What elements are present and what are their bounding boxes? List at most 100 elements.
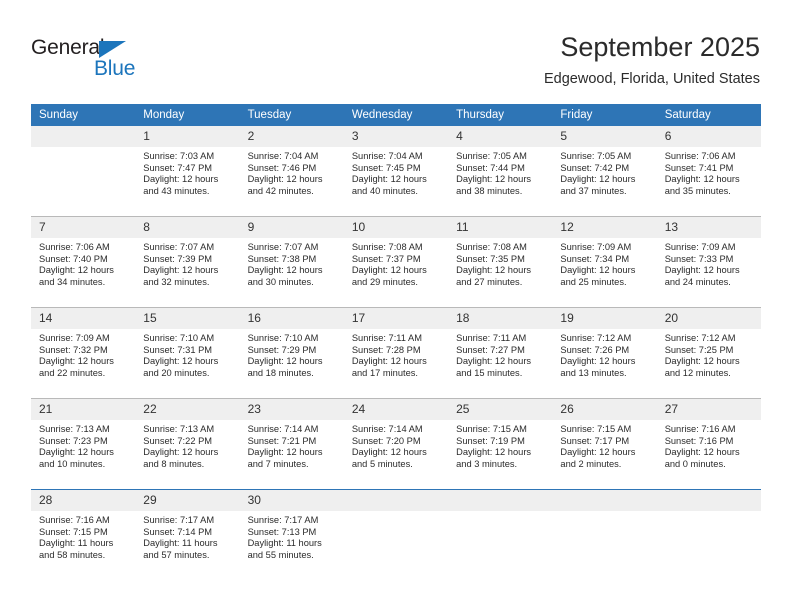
daylight-text-line1: Daylight: 12 hours <box>39 447 114 458</box>
daylight-text-line2: and 13 minutes. <box>560 367 627 378</box>
sunrise-text: Sunrise: 7:17 AM <box>247 515 319 525</box>
calendar-day-cell[interactable]: 6 Sunrise: 7:06 AM Sunset: 7:41 PM Daylight… <box>656 126 761 217</box>
calendar-day-cell[interactable]: 14 Sunrise: 7:09 AM Sunset: 7:32 PM Dayligh… <box>31 307 136 399</box>
calendar-day-cell[interactable]: 22 Sunrise: 7:13 AM Sunset: 7:22 PM Dayligh… <box>135 398 240 490</box>
daylight-text-line1: Daylight: 12 hours <box>560 447 636 458</box>
calendar-day-cell-empty <box>552 489 657 580</box>
sunrise-text: Sunrise: 7:15 AM <box>560 424 632 434</box>
day-number <box>448 490 553 511</box>
calendar-day-cell[interactable]: 20 Sunrise: 7:12 AM Sunset: 7:25 PM Dayligh… <box>656 307 761 399</box>
calendar-day-cell[interactable]: 10 Sunrise: 7:08 AM Sunset: 7:37 PM Dayligh… <box>343 216 449 308</box>
sunset-text: Sunset: 7:16 PM <box>664 435 734 446</box>
day-sun-details: Sunrise: 7:16 AM Sunset: 7:15 PM Daylight:… <box>31 511 135 561</box>
daylight-text-line2: and 17 minutes. <box>351 367 418 378</box>
daylight-text-line2: and 8 minutes. <box>143 458 205 469</box>
daylight-text-line1: Daylight: 12 hours <box>456 174 532 185</box>
daylight-text-line1: Daylight: 12 hours <box>247 265 323 276</box>
daylight-text-line1: Daylight: 12 hours <box>351 174 427 185</box>
calendar-day-cell[interactable]: 29 Sunrise: 7:17 AM Sunset: 7:14 PM Dayligh… <box>135 489 240 580</box>
calendar-day-cell[interactable]: 12 Sunrise: 7:09 AM Sunset: 7:34 PM Dayligh… <box>552 216 657 308</box>
daylight-text-line2: and 35 minutes. <box>664 185 731 196</box>
daylight-text-line2: and 43 minutes. <box>143 185 210 196</box>
calendar-day-cell[interactable]: 23 Sunrise: 7:14 AM Sunset: 7:21 PM Dayligh… <box>239 398 344 490</box>
day-sun-details: Sunrise: 7:11 AM Sunset: 7:27 PM Daylight:… <box>448 329 552 379</box>
daylight-text-line1: Daylight: 12 hours <box>143 174 219 185</box>
calendar-week-row: 21 Sunrise: 7:13 AM Sunset: 7:23 PM Dayligh… <box>31 398 761 490</box>
day-number: 3 <box>343 126 449 147</box>
daylight-text-line1: Daylight: 11 hours <box>39 538 114 549</box>
daylight-text-line2: and 10 minutes. <box>39 458 106 469</box>
sunrise-text: Sunrise: 7:07 AM <box>247 242 319 252</box>
weekday-header-saturday: Saturday <box>656 104 761 126</box>
calendar-day-cell[interactable]: 25 Sunrise: 7:15 AM Sunset: 7:19 PM Dayligh… <box>448 398 553 490</box>
calendar-body: 1 Sunrise: 7:03 AM Sunset: 7:47 PM Daylight… <box>31 126 761 580</box>
calendar-day-cell[interactable]: 30 Sunrise: 7:17 AM Sunset: 7:13 PM Dayligh… <box>239 489 344 580</box>
day-sun-details: Sunrise: 7:13 AM Sunset: 7:22 PM Daylight:… <box>135 420 239 470</box>
day-number: 27 <box>656 399 761 420</box>
day-number <box>343 490 449 511</box>
sunset-text: Sunset: 7:44 PM <box>456 162 525 173</box>
calendar-day-cell[interactable]: 2 Sunrise: 7:04 AM Sunset: 7:46 PM Daylight… <box>239 126 344 217</box>
calendar-day-cell[interactable]: 7 Sunrise: 7:06 AM Sunset: 7:40 PM Daylight… <box>31 216 136 308</box>
day-sun-details: Sunrise: 7:06 AM Sunset: 7:40 PM Daylight:… <box>31 238 135 288</box>
day-number: 28 <box>31 490 136 511</box>
calendar-day-cell[interactable]: 26 Sunrise: 7:15 AM Sunset: 7:17 PM Dayligh… <box>552 398 657 490</box>
logo-text-blue: Blue <box>94 57 136 80</box>
calendar-day-cell[interactable]: 13 Sunrise: 7:09 AM Sunset: 7:33 PM Dayligh… <box>656 216 761 308</box>
calendar-day-cell[interactable]: 24 Sunrise: 7:14 AM Sunset: 7:20 PM Dayligh… <box>343 398 449 490</box>
sunrise-text: Sunrise: 7:10 AM <box>247 333 319 343</box>
daylight-text-line2: and 42 minutes. <box>247 185 314 196</box>
sunset-text: Sunset: 7:45 PM <box>351 162 421 173</box>
calendar-day-cell[interactable]: 17 Sunrise: 7:11 AM Sunset: 7:28 PM Dayligh… <box>343 307 449 399</box>
sunset-text: Sunset: 7:47 PM <box>143 162 213 173</box>
daylight-text-line2: and 58 minutes. <box>39 549 106 560</box>
calendar-day-cell[interactable]: 11 Sunrise: 7:08 AM Sunset: 7:35 PM Dayligh… <box>448 216 553 308</box>
sunrise-text: Sunrise: 7:16 AM <box>664 424 736 434</box>
sunrise-text: Sunrise: 7:12 AM <box>664 333 736 343</box>
calendar-day-cell[interactable]: 1 Sunrise: 7:03 AM Sunset: 7:47 PM Daylight… <box>135 126 240 217</box>
sunset-text: Sunset: 7:41 PM <box>664 162 734 173</box>
daylight-text-line1: Daylight: 12 hours <box>664 356 740 367</box>
day-sun-details: Sunrise: 7:10 AM Sunset: 7:29 PM Daylight:… <box>240 329 344 379</box>
day-number: 6 <box>656 126 761 147</box>
sunrise-text: Sunrise: 7:04 AM <box>351 151 423 161</box>
day-sun-details: Sunrise: 7:05 AM Sunset: 7:44 PM Daylight:… <box>448 147 552 197</box>
day-sun-details: Sunrise: 7:08 AM Sunset: 7:35 PM Daylight:… <box>448 238 552 288</box>
day-number: 10 <box>343 217 449 238</box>
calendar-day-cell[interactable]: 9 Sunrise: 7:07 AM Sunset: 7:38 PM Daylight… <box>239 216 344 308</box>
sunset-text: Sunset: 7:20 PM <box>351 435 421 446</box>
day-number: 11 <box>448 217 553 238</box>
daylight-text-line2: and 27 minutes. <box>456 276 523 287</box>
calendar-day-cell[interactable]: 21 Sunrise: 7:13 AM Sunset: 7:23 PM Dayligh… <box>31 398 136 490</box>
day-sun-details: Sunrise: 7:03 AM Sunset: 7:47 PM Daylight:… <box>135 147 239 197</box>
calendar-day-cell[interactable]: 19 Sunrise: 7:12 AM Sunset: 7:26 PM Dayligh… <box>552 307 657 399</box>
daylight-text-line1: Daylight: 12 hours <box>664 447 740 458</box>
day-sun-details: Sunrise: 7:13 AM Sunset: 7:23 PM Daylight:… <box>31 420 135 470</box>
day-number: 26 <box>552 399 657 420</box>
daylight-text-line1: Daylight: 12 hours <box>664 174 740 185</box>
calendar-day-cell[interactable]: 16 Sunrise: 7:10 AM Sunset: 7:29 PM Dayligh… <box>239 307 344 399</box>
sunrise-text: Sunrise: 7:12 AM <box>560 333 632 343</box>
day-sun-details: Sunrise: 7:07 AM Sunset: 7:39 PM Daylight:… <box>135 238 239 288</box>
sunset-text: Sunset: 7:22 PM <box>143 435 213 446</box>
calendar-day-cell[interactable]: 27 Sunrise: 7:16 AM Sunset: 7:16 PM Dayligh… <box>656 398 761 490</box>
calendar-day-cell[interactable]: 4 Sunrise: 7:05 AM Sunset: 7:44 PM Daylight… <box>448 126 553 217</box>
day-number: 4 <box>448 126 553 147</box>
day-number: 14 <box>31 308 136 329</box>
page-subtitle: Edgewood, Florida, United States <box>543 71 760 87</box>
daylight-text-line2: and 30 minutes. <box>247 276 314 287</box>
general-blue-logo: General Blue <box>31 36 171 82</box>
day-sun-details: Sunrise: 7:14 AM Sunset: 7:21 PM Daylight:… <box>240 420 344 470</box>
daylight-text-line1: Daylight: 12 hours <box>39 265 114 276</box>
calendar-day-cell[interactable]: 5 Sunrise: 7:05 AM Sunset: 7:42 PM Daylight… <box>552 126 657 217</box>
sunset-text: Sunset: 7:29 PM <box>247 344 317 355</box>
calendar-day-cell[interactable]: 8 Sunrise: 7:07 AM Sunset: 7:39 PM Daylight… <box>135 216 240 308</box>
calendar-day-cell[interactable]: 15 Sunrise: 7:10 AM Sunset: 7:31 PM Dayligh… <box>135 307 240 399</box>
sunset-text: Sunset: 7:42 PM <box>560 162 630 173</box>
calendar-day-cell[interactable]: 3 Sunrise: 7:04 AM Sunset: 7:45 PM Daylight… <box>343 126 449 217</box>
calendar-header-row: Sunday Monday Tuesday Wednesday Thursday… <box>31 104 761 126</box>
calendar-day-cell[interactable]: 18 Sunrise: 7:11 AM Sunset: 7:27 PM Dayligh… <box>448 307 553 399</box>
calendar-day-cell[interactable]: 28 Sunrise: 7:16 AM Sunset: 7:15 PM Dayligh… <box>31 489 136 580</box>
sunset-text: Sunset: 7:13 PM <box>247 526 317 537</box>
sunrise-text: Sunrise: 7:06 AM <box>664 151 736 161</box>
